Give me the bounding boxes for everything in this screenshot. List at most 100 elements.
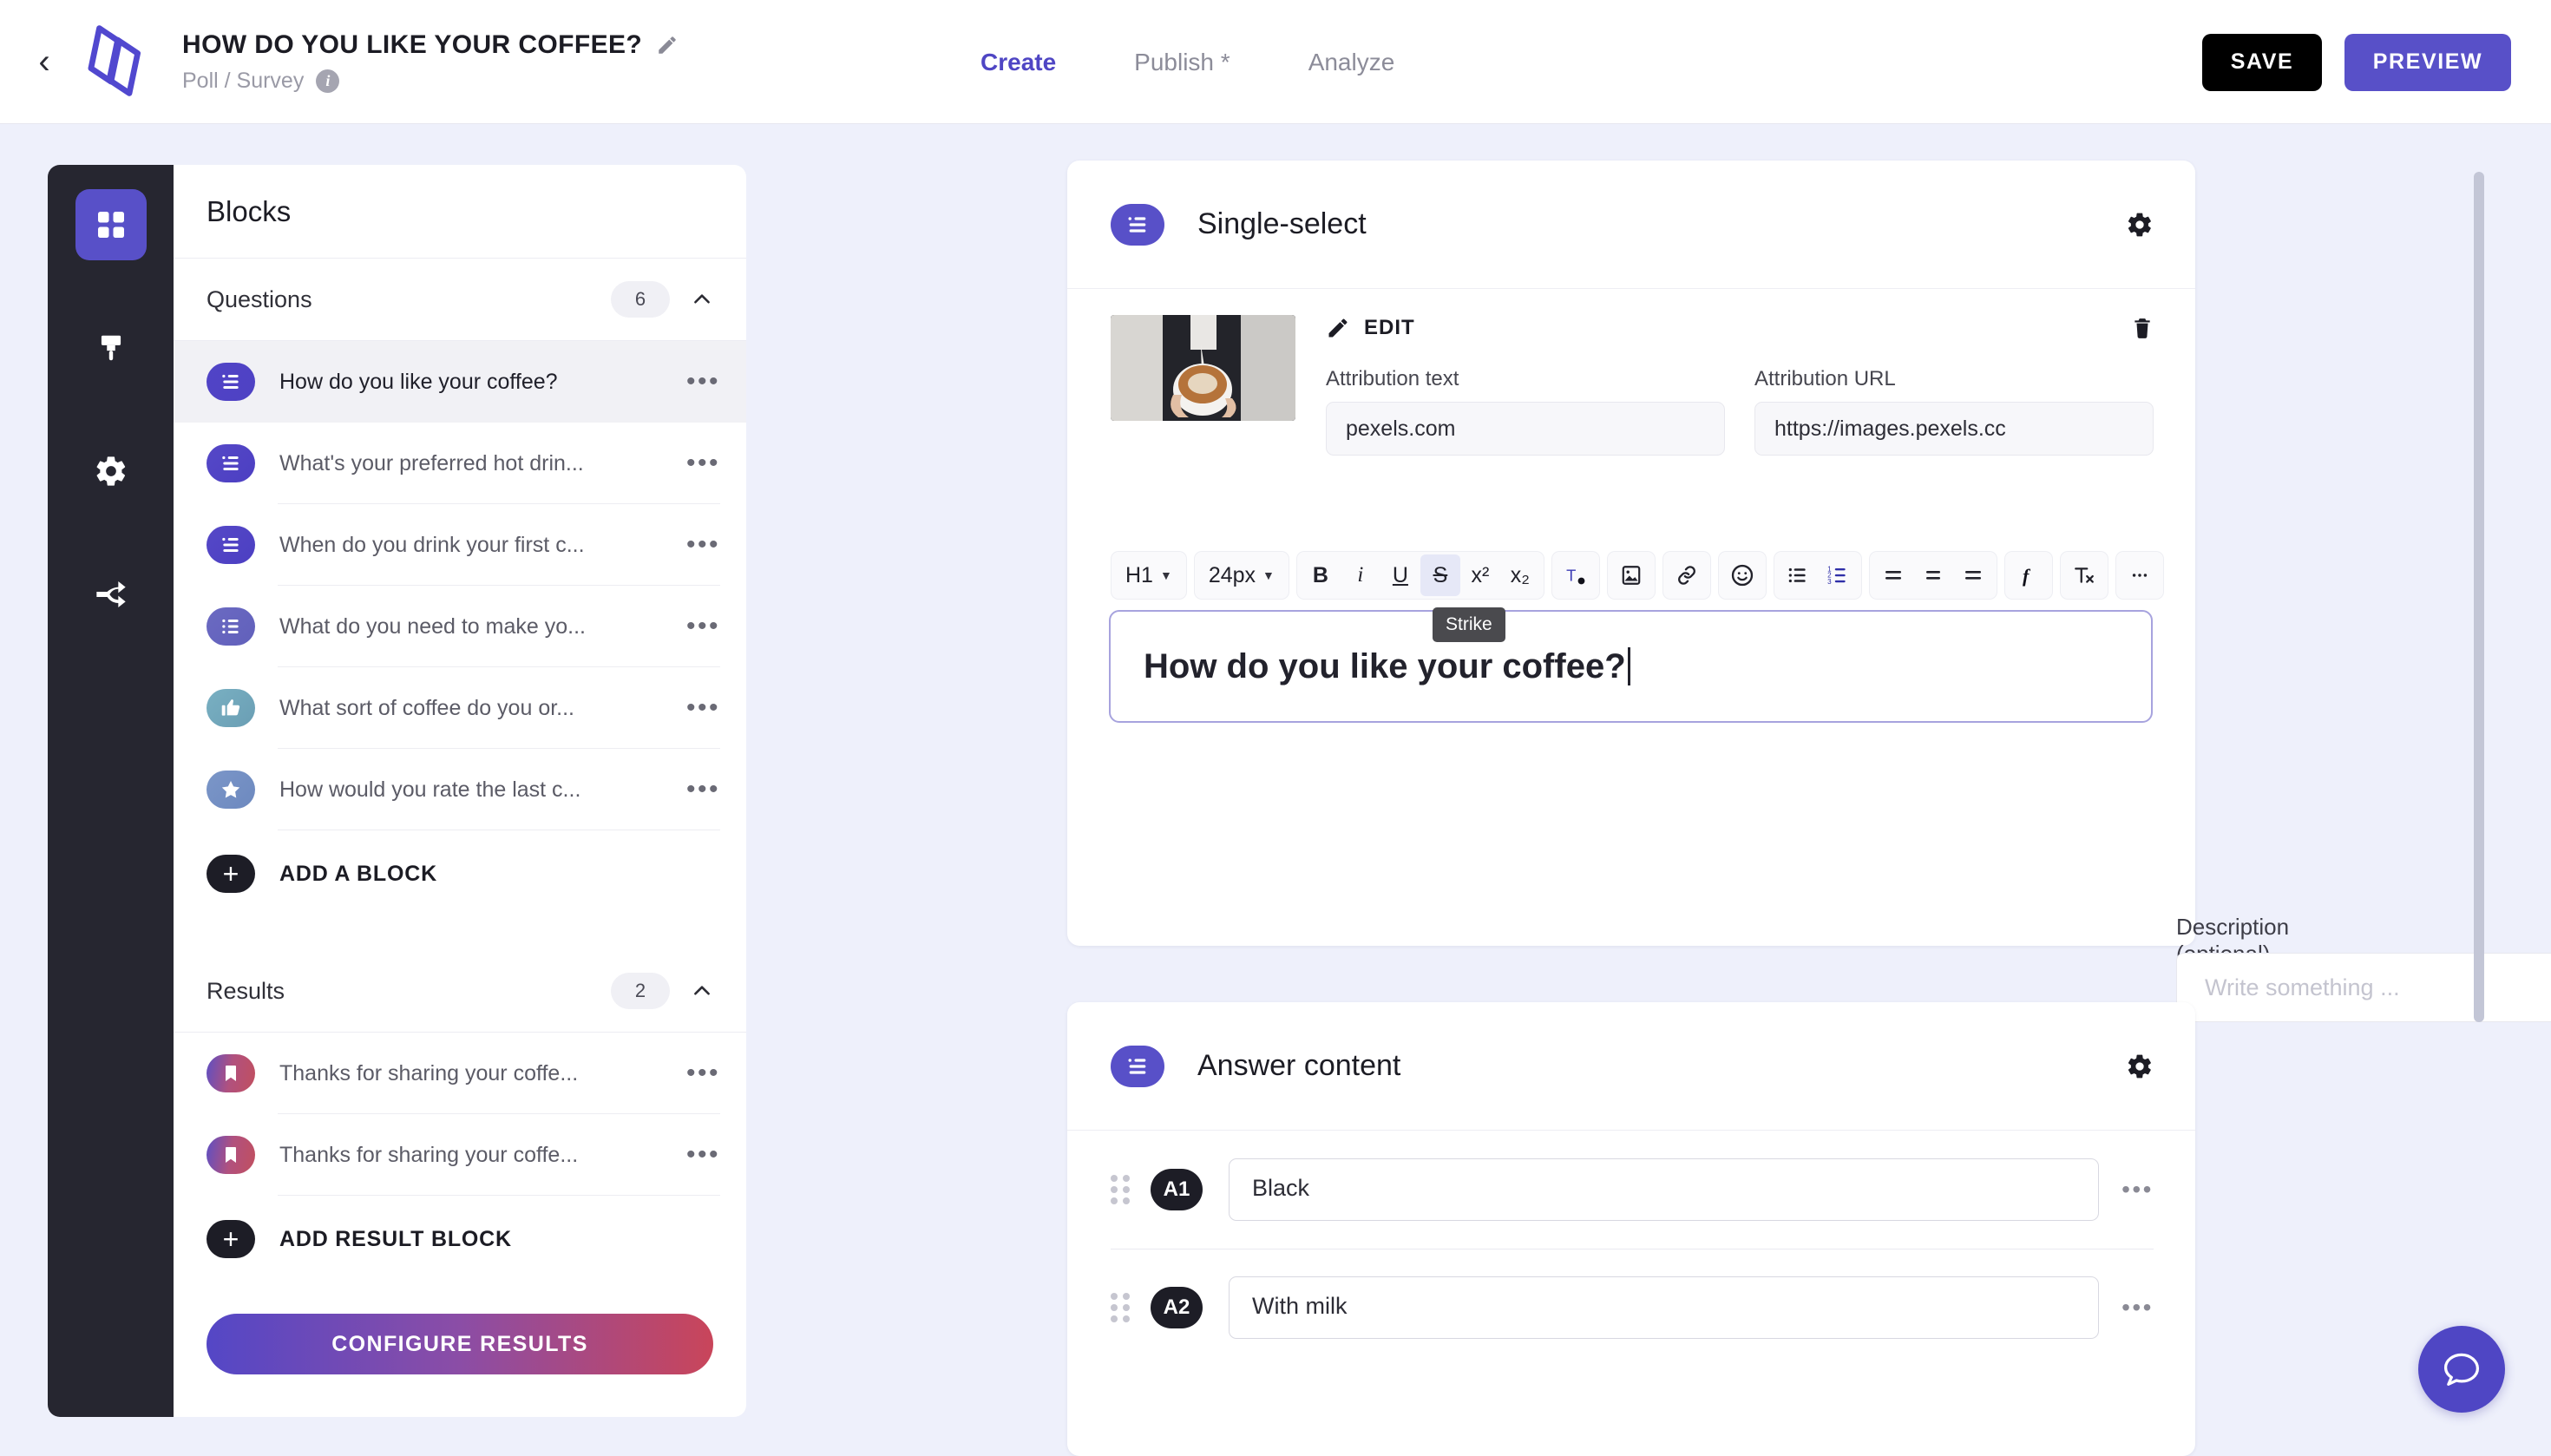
ellipsis-icon[interactable]: •••: [686, 367, 720, 397]
add-block-label: ADD A BLOCK: [279, 861, 437, 886]
ellipsis-icon[interactable]: [2120, 554, 2160, 596]
brand-logo-icon: [88, 25, 141, 96]
sidebar-item-question-4[interactable]: What do you need to make yo... •••: [174, 586, 746, 667]
edit-media-button[interactable]: EDIT: [1326, 316, 1415, 340]
emoji-icon[interactable]: [1722, 554, 1762, 596]
add-result-block-button[interactable]: + ADD RESULT BLOCK: [174, 1196, 746, 1282]
clear-format-icon[interactable]: [2064, 554, 2104, 596]
bullet-list-icon[interactable]: [1778, 554, 1818, 596]
chevron-up-icon[interactable]: [691, 288, 713, 311]
underline-icon[interactable]: U: [1380, 554, 1420, 596]
back-button[interactable]: ‹: [24, 44, 64, 79]
align-center-icon[interactable]: [1913, 554, 1953, 596]
gear-icon: [96, 456, 125, 486]
sidebar-item-label: What do you need to make yo...: [279, 613, 586, 639]
ellipsis-icon[interactable]: •••: [686, 530, 720, 560]
question-title-input[interactable]: How do you like your coffee?: [1109, 610, 2153, 723]
align-left-icon[interactable]: [1873, 554, 1913, 596]
top-actions: SAVE PREVIEW: [2202, 0, 2511, 124]
rail-item-blocks[interactable]: [75, 189, 147, 260]
sidebar-item-label: How would you rate the last c...: [279, 777, 581, 802]
plus-icon: +: [207, 855, 255, 893]
attribution-column: EDIT Attribution text Attribution URL: [1326, 315, 2154, 456]
ellipsis-icon[interactable]: •••: [686, 1140, 720, 1170]
text-style-group: B i U S x² x₂: [1295, 551, 1544, 600]
tab-publish[interactable]: Publish *: [1134, 49, 1230, 76]
bold-icon[interactable]: B: [1301, 554, 1341, 596]
sidebar-item-label: How do you like your coffee?: [279, 369, 558, 394]
gear-icon[interactable]: [2126, 211, 2154, 239]
drag-handle-icon[interactable]: [1111, 1175, 1130, 1204]
sidebar-item-result-1[interactable]: Thanks for sharing your coffe... •••: [174, 1033, 746, 1114]
font-size-select[interactable]: 24px ▼: [1198, 554, 1285, 596]
link-group: [1662, 551, 1711, 600]
ellipsis-icon[interactable]: •••: [2121, 1176, 2154, 1203]
sidebar-item-result-2[interactable]: Thanks for sharing your coffe... •••: [174, 1114, 746, 1196]
rail-item-logic[interactable]: [75, 559, 147, 630]
configure-results-button[interactable]: CONFIGURE RESULTS: [207, 1314, 713, 1374]
strike-tooltip: Strike: [1433, 607, 1505, 642]
italic-icon[interactable]: i: [1341, 554, 1380, 596]
superscript-icon[interactable]: x²: [1460, 554, 1500, 596]
tab-analyze[interactable]: Analyze: [1308, 49, 1395, 76]
pencil-icon[interactable]: [656, 34, 679, 56]
text-color-icon[interactable]: T: [1556, 554, 1596, 596]
ellipsis-icon[interactable]: •••: [2121, 1294, 2154, 1322]
heading-select[interactable]: H1 ▼: [1115, 554, 1183, 596]
chat-support-button[interactable]: [2418, 1326, 2505, 1413]
project-title-block: HOW DO YOU LIKE YOUR COFFEE? Poll / Surv…: [182, 30, 679, 94]
trash-icon[interactable]: [2131, 315, 2154, 341]
align-right-icon[interactable]: [1953, 554, 1993, 596]
sidebar-item-question-2[interactable]: What's your preferred hot drin... •••: [174, 423, 746, 504]
results-section-header: Results 2: [174, 950, 746, 1033]
strikethrough-icon[interactable]: S: [1420, 554, 1460, 596]
bookmark-icon: [207, 1136, 255, 1174]
sidebar-item-question-5[interactable]: What sort of coffee do you or... •••: [174, 667, 746, 749]
chevron-up-icon[interactable]: [691, 980, 713, 1002]
attribution-url-label: Attribution URL: [1754, 367, 1896, 390]
ellipsis-icon[interactable]: •••: [686, 1059, 720, 1088]
sidebar-item-question-1[interactable]: How do you like your coffee? •••: [174, 341, 746, 423]
question-title-text: How do you like your coffee?: [1144, 646, 1626, 685]
preview-button[interactable]: PREVIEW: [2344, 33, 2511, 91]
description-input[interactable]: [2176, 953, 2551, 1022]
text-cursor: [1627, 647, 1630, 685]
gear-icon[interactable]: [2126, 1053, 2154, 1080]
formula-icon[interactable]: f: [2009, 554, 2049, 596]
link-icon[interactable]: [1667, 554, 1707, 596]
sidebar-item-label: What's your preferred hot drin...: [279, 450, 584, 475]
ellipsis-icon[interactable]: •••: [686, 693, 720, 723]
align-group: [1868, 551, 1997, 600]
rail-item-settings[interactable]: [75, 436, 147, 507]
answer-input-a2[interactable]: [1229, 1276, 2100, 1339]
media-attribution-row: EDIT Attribution text Attribution URL: [1067, 289, 2195, 456]
subscript-icon[interactable]: x₂: [1500, 554, 1540, 596]
chevron-down-icon: ▼: [1159, 568, 1172, 582]
ellipsis-icon[interactable]: •••: [686, 449, 720, 478]
ellipsis-icon[interactable]: •••: [686, 775, 720, 804]
drag-handle-icon[interactable]: [1111, 1293, 1130, 1322]
attribution-url-input[interactable]: [1754, 402, 2154, 456]
tab-create[interactable]: Create: [980, 49, 1056, 76]
numbered-list-icon[interactable]: 123: [1818, 554, 1858, 596]
add-block-button[interactable]: + ADD A BLOCK: [174, 830, 746, 917]
rail-item-design[interactable]: [75, 312, 147, 384]
svg-text:3: 3: [1827, 578, 1832, 586]
ellipsis-icon[interactable]: •••: [686, 612, 720, 641]
image-icon[interactable]: [1611, 554, 1651, 596]
paint-brush-icon: [101, 335, 121, 361]
page-title: HOW DO YOU LIKE YOUR COFFEE?: [182, 30, 643, 59]
coffee-photo[interactable]: [1111, 315, 1295, 421]
attribution-text-input[interactable]: [1326, 402, 1725, 456]
sidebar-item-question-6[interactable]: How would you rate the last c... •••: [174, 749, 746, 830]
vertical-scrollbar[interactable]: [2474, 172, 2484, 1022]
share-branch-icon: [95, 581, 126, 607]
answer-card: Answer content A1 ••• A2 •••: [1067, 1002, 2195, 1456]
sidebar-item-question-3[interactable]: When do you drink your first c... •••: [174, 504, 746, 586]
info-icon[interactable]: i: [316, 69, 340, 93]
answer-input-a1[interactable]: [1229, 1158, 2100, 1221]
sidebar-item-label: Thanks for sharing your coffe...: [279, 1142, 579, 1167]
formula-group: f: [2003, 551, 2053, 600]
answer-badge: A2: [1151, 1287, 1203, 1328]
save-button[interactable]: SAVE: [2202, 33, 2322, 91]
